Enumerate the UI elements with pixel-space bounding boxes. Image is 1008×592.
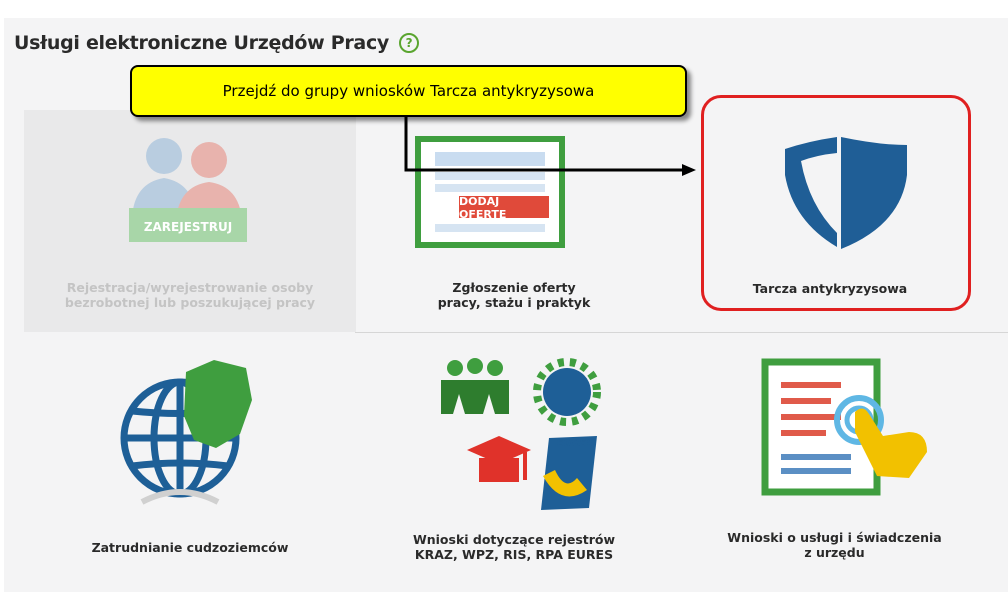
tile-label: Rejestracja/wyrejestrowanie osoby bezrob… [64, 280, 316, 310]
page-header: Usługi elektroniczne Urzędów Pracy ? [14, 32, 419, 54]
tile-label: Wnioski o usługi i świadczenia z urzędu [727, 530, 942, 560]
globe-map-icon [120, 360, 252, 505]
help-icon[interactable]: ? [399, 33, 419, 53]
tile-registers[interactable]: EURES Wnioski dotyczące rejestrów KRAZ, … [355, 340, 701, 580]
instruction-callout: Przejdź do grupy wniosków Tarcza antykry… [130, 65, 687, 117]
page-title: Usługi elektroniczne Urzędów Pracy [14, 32, 389, 54]
tile-services-benefits[interactable]: Wnioski o usługi i świadczenia z urzędu [701, 340, 1008, 580]
tile-label: Zgłoszenie oferty pracy, stażu i praktyk [437, 280, 591, 310]
divider [355, 332, 1008, 333]
add-offer-button: DODAJ OFERTĘ [459, 195, 507, 221]
tile-registration: ZAREJESTRUJ Rejestracja/wyrejestrowanie … [24, 110, 356, 332]
eures-label: EURES [556, 438, 594, 449]
register-button: ZAREJESTRUJ [143, 220, 233, 234]
tile-label: Zatrudnianie cudzoziemców [91, 540, 289, 555]
tile-label: Wnioski dotyczące rejestrów KRAZ, WPZ, R… [412, 532, 616, 562]
tile-foreigners-employment[interactable]: Zatrudnianie cudzoziemców [24, 340, 356, 580]
callout-arrow [404, 110, 696, 176]
document-hand-icon [761, 358, 927, 496]
highlight-box [701, 95, 971, 311]
